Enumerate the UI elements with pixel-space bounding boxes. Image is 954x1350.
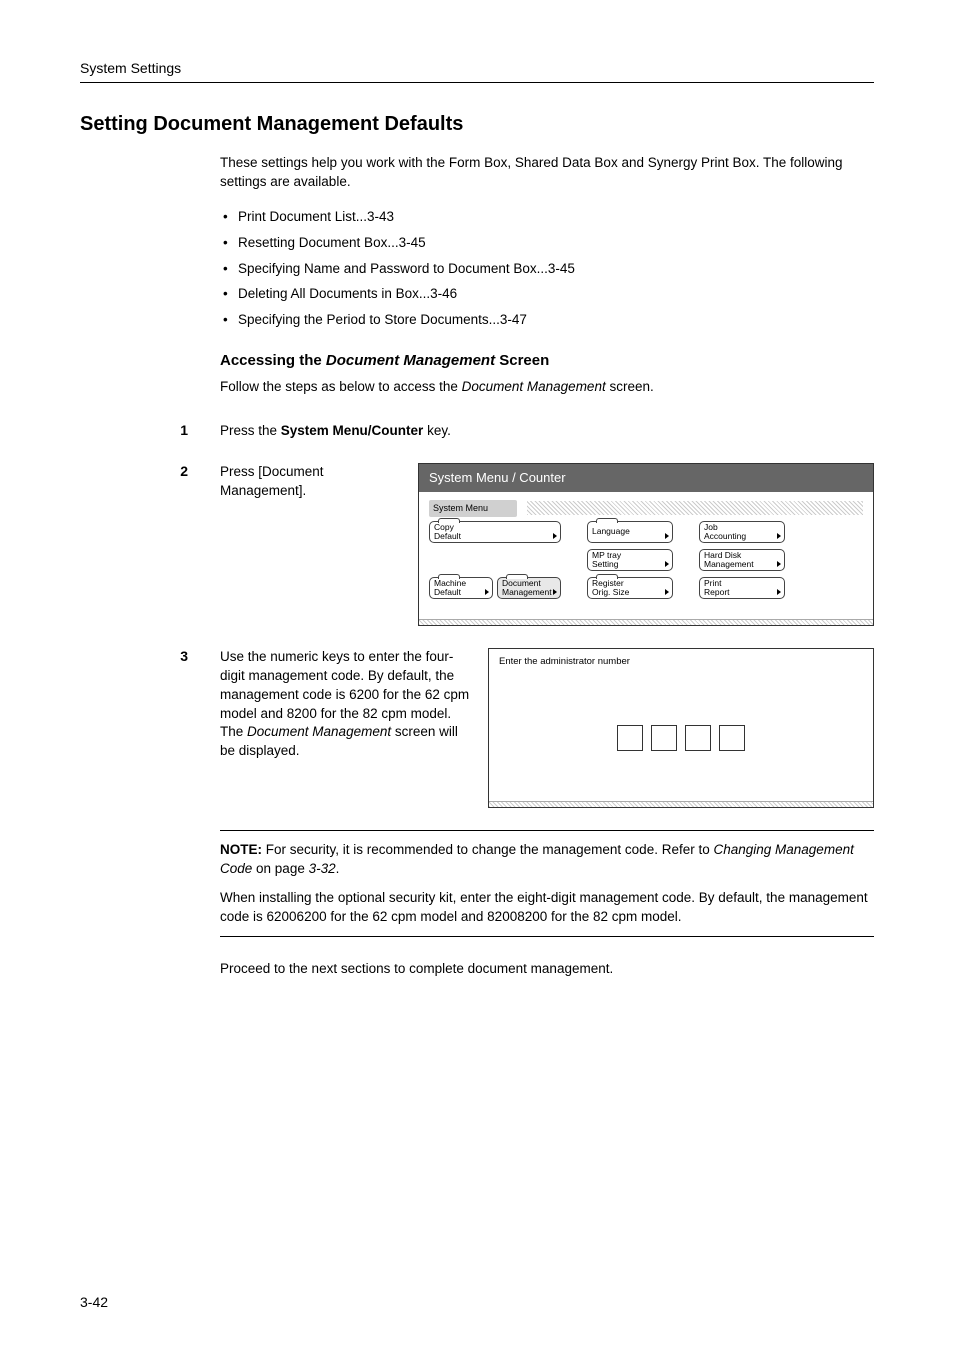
admin-digit-input[interactable]: [651, 725, 677, 751]
admin-digit-row: [489, 674, 873, 801]
step-text: Press the System Menu/Counter key.: [220, 422, 451, 441]
page-title: Setting Document Management Defaults: [80, 113, 874, 136]
language-button[interactable]: Language: [587, 521, 673, 543]
admin-panel-label: Enter the administrator number: [489, 649, 873, 674]
panel-title: System Menu / Counter: [419, 464, 873, 492]
hard-disk-management-button[interactable]: Hard Disk Management: [699, 549, 785, 571]
machine-default-button[interactable]: Machine Default: [429, 577, 493, 599]
step-1: 1 Press the System Menu/Counter key.: [80, 422, 874, 441]
print-report-button[interactable]: Print Report: [699, 577, 785, 599]
admin-number-panel: Enter the administrator number: [488, 648, 874, 808]
step-2: 2 Press [Document Management]. System Me…: [80, 463, 874, 626]
step-number: 2: [80, 463, 220, 479]
subsection-intro: Follow the steps as below to access the …: [220, 379, 874, 394]
system-menu-panel: System Menu / Counter System Menu Copy D…: [418, 463, 874, 626]
running-header: System Settings: [80, 60, 874, 76]
bullet-item: Print Document List...3-43: [238, 208, 874, 227]
bullet-item: Deleting All Documents in Box...3-46: [238, 285, 874, 304]
step-3: 3 Use the numeric keys to enter the four…: [80, 648, 874, 808]
page-number: 3-42: [80, 1294, 108, 1310]
step-text: Press [Document Management].: [220, 463, 400, 501]
copy-default-button[interactable]: Copy Default: [429, 521, 561, 543]
document-management-button[interactable]: Document Management: [497, 577, 561, 599]
intro-text: These settings help you work with the Fo…: [220, 154, 874, 192]
register-orig-size-button[interactable]: Register Orig. Size: [587, 577, 673, 599]
bullet-item: Specifying the Period to Store Documents…: [238, 311, 874, 330]
admin-digit-input[interactable]: [685, 725, 711, 751]
note-block: NOTE: For security, it is recommended to…: [220, 830, 874, 938]
mp-tray-setting-button[interactable]: MP tray Setting: [587, 549, 673, 571]
job-accounting-button[interactable]: Job Accounting: [699, 521, 785, 543]
admin-digit-input[interactable]: [617, 725, 643, 751]
proceed-text: Proceed to the next sections to complete…: [220, 961, 874, 976]
bullet-item: Specifying Name and Password to Document…: [238, 260, 874, 279]
step-number: 1: [80, 422, 220, 438]
subsection-heading: Accessing the Document Management Screen: [220, 352, 874, 369]
header-rule: [80, 82, 874, 83]
bullet-item: Resetting Document Box...3-45: [238, 234, 874, 253]
bullet-list: Print Document List...3-43 Resetting Doc…: [220, 208, 874, 330]
step-number: 3: [80, 648, 220, 664]
system-menu-tab-label: System Menu: [429, 500, 517, 517]
admin-digit-input[interactable]: [719, 725, 745, 751]
step-text: Use the numeric keys to enter the four-d…: [220, 648, 470, 761]
